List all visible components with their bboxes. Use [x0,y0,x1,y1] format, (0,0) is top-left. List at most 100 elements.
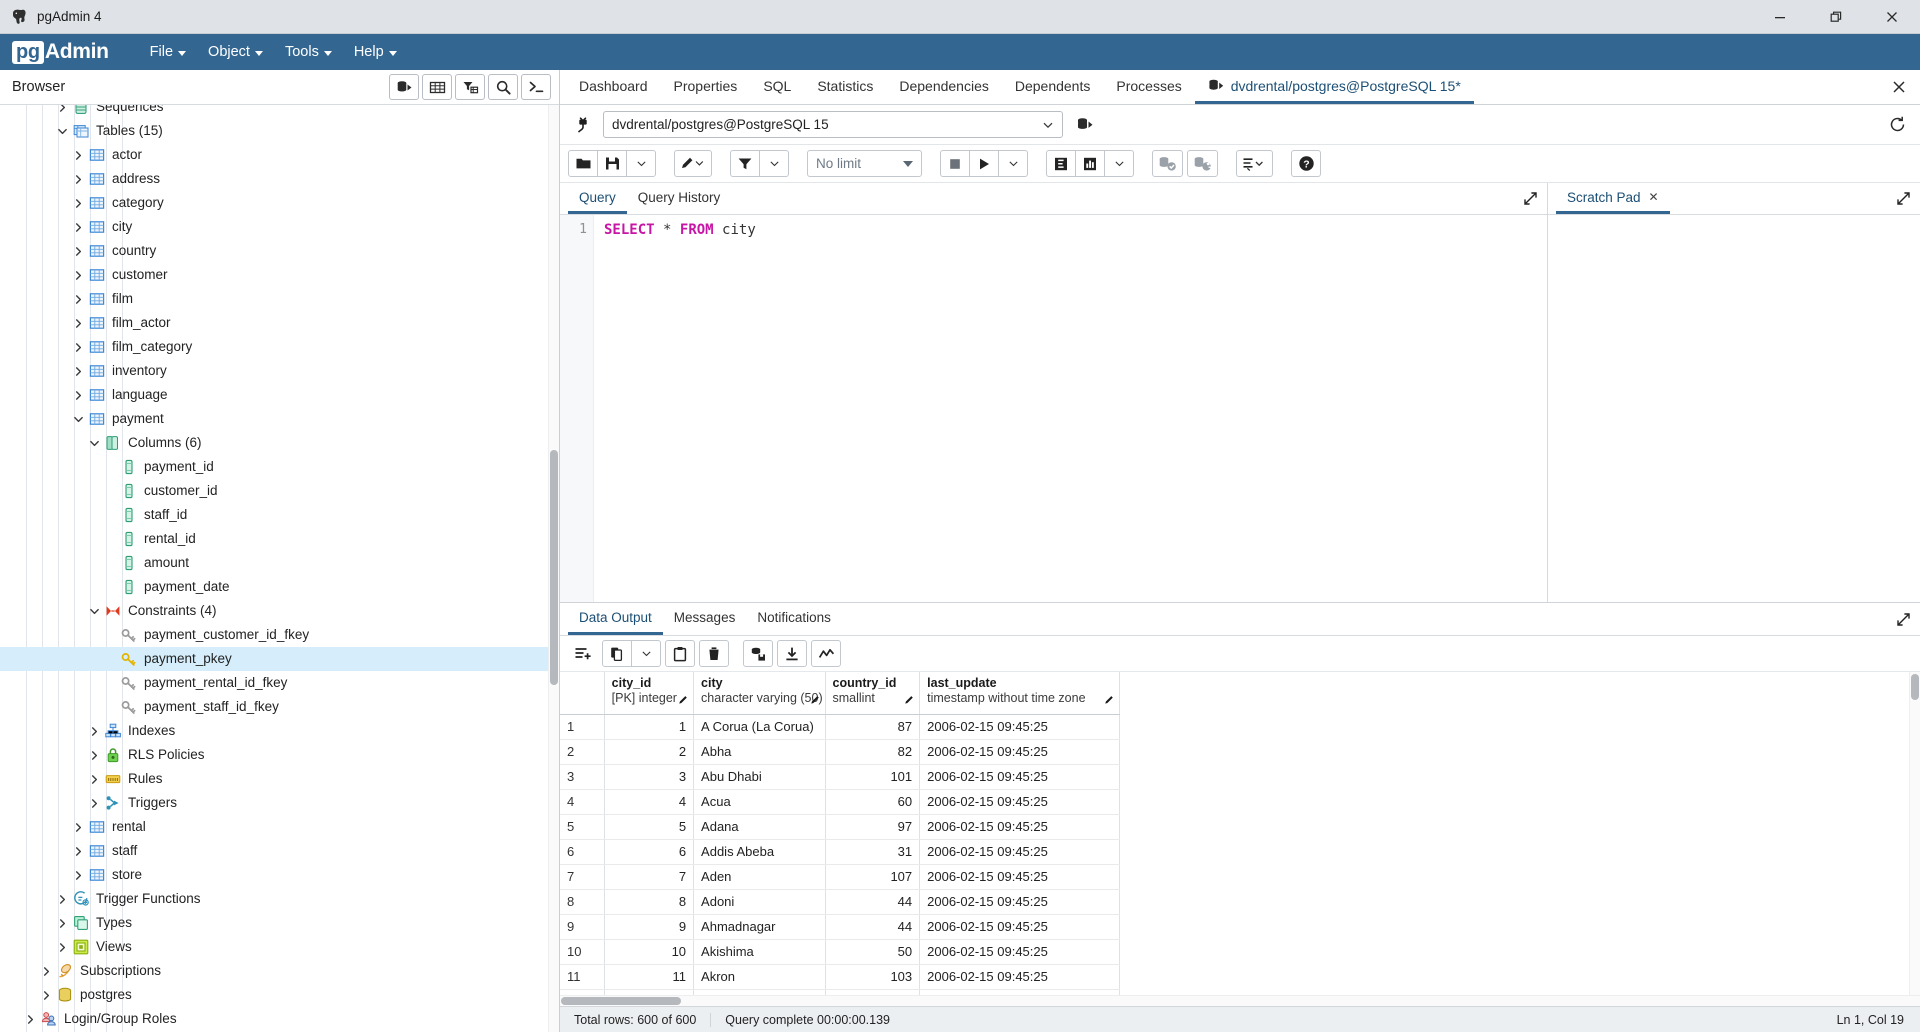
tree-item-trigger-functions[interactable]: Trigger Functions [0,887,559,911]
grid-horizontal-scrollbar[interactable] [560,995,1920,1006]
close-icon[interactable]: ✕ [1649,190,1659,204]
chevron-right-icon[interactable] [70,171,86,187]
tree-item-rules[interactable]: Rules [0,767,559,791]
tab-dependents[interactable]: Dependents [1002,70,1104,104]
tree-item-inventory[interactable]: inventory [0,359,559,383]
chevron-right-icon[interactable] [38,963,54,979]
cell-last_update[interactable]: 2006-02-15 09:45:25 [919,939,1120,965]
execute-button[interactable] [969,150,999,177]
cell-rownum[interactable]: 8 [560,889,605,915]
rollback-button[interactable] [1187,150,1218,177]
cell-last_update[interactable]: 2006-02-15 09:45:25 [919,814,1120,840]
cell-country_id[interactable]: 107 [825,864,921,890]
tree-item-language[interactable]: language [0,383,559,407]
chevron-down-icon[interactable] [86,603,102,619]
download-csv-button[interactable] [777,640,807,667]
tree-item-columns-6[interactable]: Columns (6) [0,431,559,455]
tree-item-film[interactable]: film [0,287,559,311]
cell-city_id[interactable]: 6 [604,839,695,865]
stop-button[interactable] [940,150,970,177]
help-button[interactable]: ? [1291,150,1321,177]
expand-icon[interactable] [1886,603,1920,635]
tree-item-payment-date[interactable]: payment_date [0,575,559,599]
cell-country_id[interactable]: 50 [825,939,921,965]
tab-sql[interactable]: SQL [750,70,804,104]
tree-item-payment-pkey[interactable]: payment_pkey [0,647,559,671]
tree-item-customer-id[interactable]: customer_id [0,479,559,503]
menu-object[interactable]: Object [197,38,274,66]
tree-item-subscriptions[interactable]: Subscriptions [0,959,559,983]
cell-rownum[interactable]: 4 [560,789,605,815]
cell-city[interactable]: Addis Abeba [693,839,826,865]
manage-connections-icon[interactable] [1070,111,1100,138]
chevron-right-icon[interactable] [22,1011,38,1027]
cell-city[interactable]: Ahmadnagar [693,914,826,940]
cell-last_update[interactable]: 2006-02-15 09:45:25 [919,914,1120,940]
chevron-right-icon[interactable] [70,267,86,283]
cell-city_id[interactable]: 4 [604,789,695,815]
filter-icon[interactable] [455,74,485,100]
table-row[interactable]: 9 9 Ahmadnagar 44 2006-02-15 09:45:25 [560,914,1120,940]
tree-item-address[interactable]: address [0,167,559,191]
cell-city[interactable]: A Corua (La Corua) [693,714,826,740]
scratch-pad-textarea[interactable] [1548,215,1920,602]
chevron-right-icon[interactable] [70,147,86,163]
close-tab-button[interactable] [1878,70,1920,104]
cell-rownum[interactable]: 9 [560,914,605,940]
tree-item-customer[interactable]: customer [0,263,559,287]
tree-item-postgres[interactable]: postgres [0,983,559,1007]
table-row[interactable]: 11 11 Akron 103 2006-02-15 09:45:25 [560,964,1120,990]
tab-data-output[interactable]: Data Output [568,603,663,635]
cell-city[interactable]: Adoni [693,889,826,915]
grid-hscroll-thumb[interactable] [561,997,681,1005]
edit-button[interactable] [674,150,712,177]
delete-row-button[interactable] [699,640,729,667]
tab-dependencies[interactable]: Dependencies [886,70,1002,104]
tree-item-actor[interactable]: actor [0,143,559,167]
column-header-last_update[interactable]: last_update timestamp without time zone [919,672,1120,715]
connection-select[interactable]: dvdrental/postgres@PostgreSQL 15 [603,111,1063,138]
tree-item-tables-15[interactable]: Tables (15) [0,119,559,143]
tab-query[interactable]: Query [568,183,627,214]
cell-country_id[interactable]: 97 [825,814,921,840]
chevron-right-icon[interactable] [54,891,70,907]
save-data-changes-button[interactable] [743,640,773,667]
chevron-right-icon[interactable] [54,939,70,955]
tree-item-staff-id[interactable]: staff_id [0,503,559,527]
cell-city_id[interactable]: 1 [604,714,695,740]
menu-help[interactable]: Help [343,38,408,66]
browser-scroll-thumb[interactable] [550,450,558,685]
tab-query-history[interactable]: Query History [627,183,732,214]
tree-item-rls-policies[interactable]: RLS Policies [0,743,559,767]
cell-rownum[interactable]: 2 [560,739,605,765]
chevron-right-icon[interactable] [86,747,102,763]
grid-vertical-scrollbar[interactable] [1909,672,1920,995]
grid-icon[interactable] [422,74,452,100]
chevron-right-icon[interactable] [54,915,70,931]
tree-item-payment-id[interactable]: payment_id [0,455,559,479]
edit-column-icon[interactable] [1104,694,1115,709]
row-limit-select[interactable]: No limit [807,150,922,177]
chevron-right-icon[interactable] [70,867,86,883]
cell-rownum[interactable]: 5 [560,814,605,840]
cell-rownum[interactable]: 11 [560,964,605,990]
tab-scratch-pad[interactable]: Scratch Pad ✕ [1556,183,1670,214]
cell-city[interactable]: Akishima [693,939,826,965]
tree-item-amount[interactable]: amount [0,551,559,575]
object-tree[interactable]: Sequences Tables (15) actor address category… [0,105,559,1032]
table-row[interactable]: 2 2 Abha 82 2006-02-15 09:45:25 [560,739,1120,765]
cell-country_id[interactable]: 82 [825,739,921,765]
cell-country_id[interactable]: 44 [825,914,921,940]
tree-item-city[interactable]: city [0,215,559,239]
tree-item-film-actor[interactable]: film_actor [0,311,559,335]
data-grid[interactable]: city_id [PK] integer city character varying… [560,672,1120,995]
cell-last_update[interactable]: 2006-02-15 09:45:25 [919,964,1120,990]
explain-options-button[interactable] [1104,150,1134,177]
commit-button[interactable] [1152,150,1183,177]
tab-dashboard[interactable]: Dashboard [566,70,661,104]
filter-dropdown-button[interactable] [759,150,789,177]
chevron-right-icon[interactable] [86,795,102,811]
copy-dropdown-button[interactable] [631,640,661,667]
minimize-button[interactable] [1752,0,1808,33]
save-dropdown-button[interactable] [626,150,656,177]
